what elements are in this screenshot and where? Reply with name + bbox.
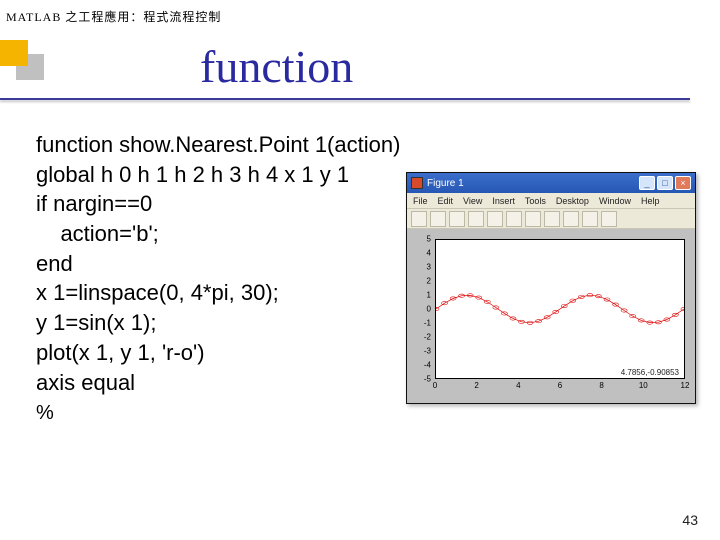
xtick: 2 (474, 381, 478, 390)
xtick: 4 (516, 381, 520, 390)
code-line: plot(x 1, y 1, 'r-o') (36, 340, 205, 365)
window-buttons: _ □ × (639, 176, 691, 190)
code-line: global h 0 h 1 h 2 h 3 h 4 x 1 y 1 (36, 162, 349, 187)
menu-tools[interactable]: Tools (525, 196, 546, 206)
menu-edit[interactable]: Edit (438, 196, 454, 206)
menu-file[interactable]: File (413, 196, 428, 206)
ytick: -3 (424, 347, 431, 356)
code-line: function show.Nearest.Point 1(action) (36, 132, 400, 157)
title-accent (0, 40, 28, 66)
toolbar-button[interactable] (525, 211, 541, 227)
ytick: -5 (424, 375, 431, 384)
xtick: 8 (599, 381, 603, 390)
toolbar-button[interactable] (601, 211, 617, 227)
plot-svg (436, 240, 684, 378)
ytick: 1 (427, 291, 431, 300)
figure-titlebar[interactable]: Figure 1 _ □ × (407, 173, 695, 193)
close-button[interactable]: × (675, 176, 691, 190)
toolbar-button[interactable] (468, 211, 484, 227)
toolbar-button[interactable] (563, 211, 579, 227)
axes[interactable] (435, 239, 685, 379)
ytick: -1 (424, 319, 431, 328)
slide-title: function (200, 40, 353, 93)
ytick: -2 (424, 333, 431, 342)
xtick: 12 (681, 381, 690, 390)
toolbar-button[interactable] (449, 211, 465, 227)
toolbar-button[interactable] (544, 211, 560, 227)
page-number: 43 (682, 512, 698, 528)
figure-plot-area: 5 4 3 2 1 0 -1 -2 -3 -4 -5 0 2 4 6 8 10 … (407, 229, 695, 403)
figure-toolbar (407, 209, 695, 229)
matlab-figure-window: Figure 1 _ □ × File Edit View Insert Too… (406, 172, 696, 404)
header-text: MATLAB 之工程應用：程式流程控制 (6, 8, 221, 25)
figure-title: Figure 1 (427, 178, 464, 189)
toolbar-button[interactable] (582, 211, 598, 227)
menu-desktop[interactable]: Desktop (556, 196, 589, 206)
toolbar-button[interactable] (487, 211, 503, 227)
ytick: 5 (427, 235, 431, 244)
minimize-button[interactable]: _ (639, 176, 655, 190)
ytick: 0 (427, 305, 431, 314)
y-axis-ticks: 5 4 3 2 1 0 -1 -2 -3 -4 -5 (411, 239, 433, 379)
coord-readout: 4.7856,-0.90853 (621, 368, 679, 377)
menu-insert[interactable]: Insert (492, 196, 515, 206)
code-line: if nargin==0 (36, 191, 152, 216)
menu-view[interactable]: View (463, 196, 482, 206)
figure-menubar: File Edit View Insert Tools Desktop Wind… (407, 193, 695, 209)
ytick: 3 (427, 263, 431, 272)
xtick: 6 (558, 381, 562, 390)
title-area: function (0, 40, 720, 110)
toolbar-button[interactable] (506, 211, 522, 227)
toolbar-button[interactable] (411, 211, 427, 227)
matlab-figure-icon (411, 177, 423, 189)
title-underline (0, 98, 690, 100)
code-line: y 1=sin(x 1); (36, 310, 156, 335)
maximize-button[interactable]: □ (657, 176, 673, 190)
toolbar-button[interactable] (430, 211, 446, 227)
xtick: 10 (639, 381, 648, 390)
x-axis-ticks: 0 2 4 6 8 10 12 (435, 381, 685, 393)
xtick: 0 (433, 381, 437, 390)
code-line: axis equal (36, 370, 135, 395)
code-line: end (36, 251, 73, 276)
code-line: action='b'; (36, 221, 159, 246)
code-line-pct: % (36, 402, 54, 424)
ytick: 2 (427, 277, 431, 286)
menu-help[interactable]: Help (641, 196, 660, 206)
ytick: -4 (424, 361, 431, 370)
menu-window[interactable]: Window (599, 196, 631, 206)
ytick: 4 (427, 249, 431, 258)
code-line: x 1=linspace(0, 4*pi, 30); (36, 280, 279, 305)
